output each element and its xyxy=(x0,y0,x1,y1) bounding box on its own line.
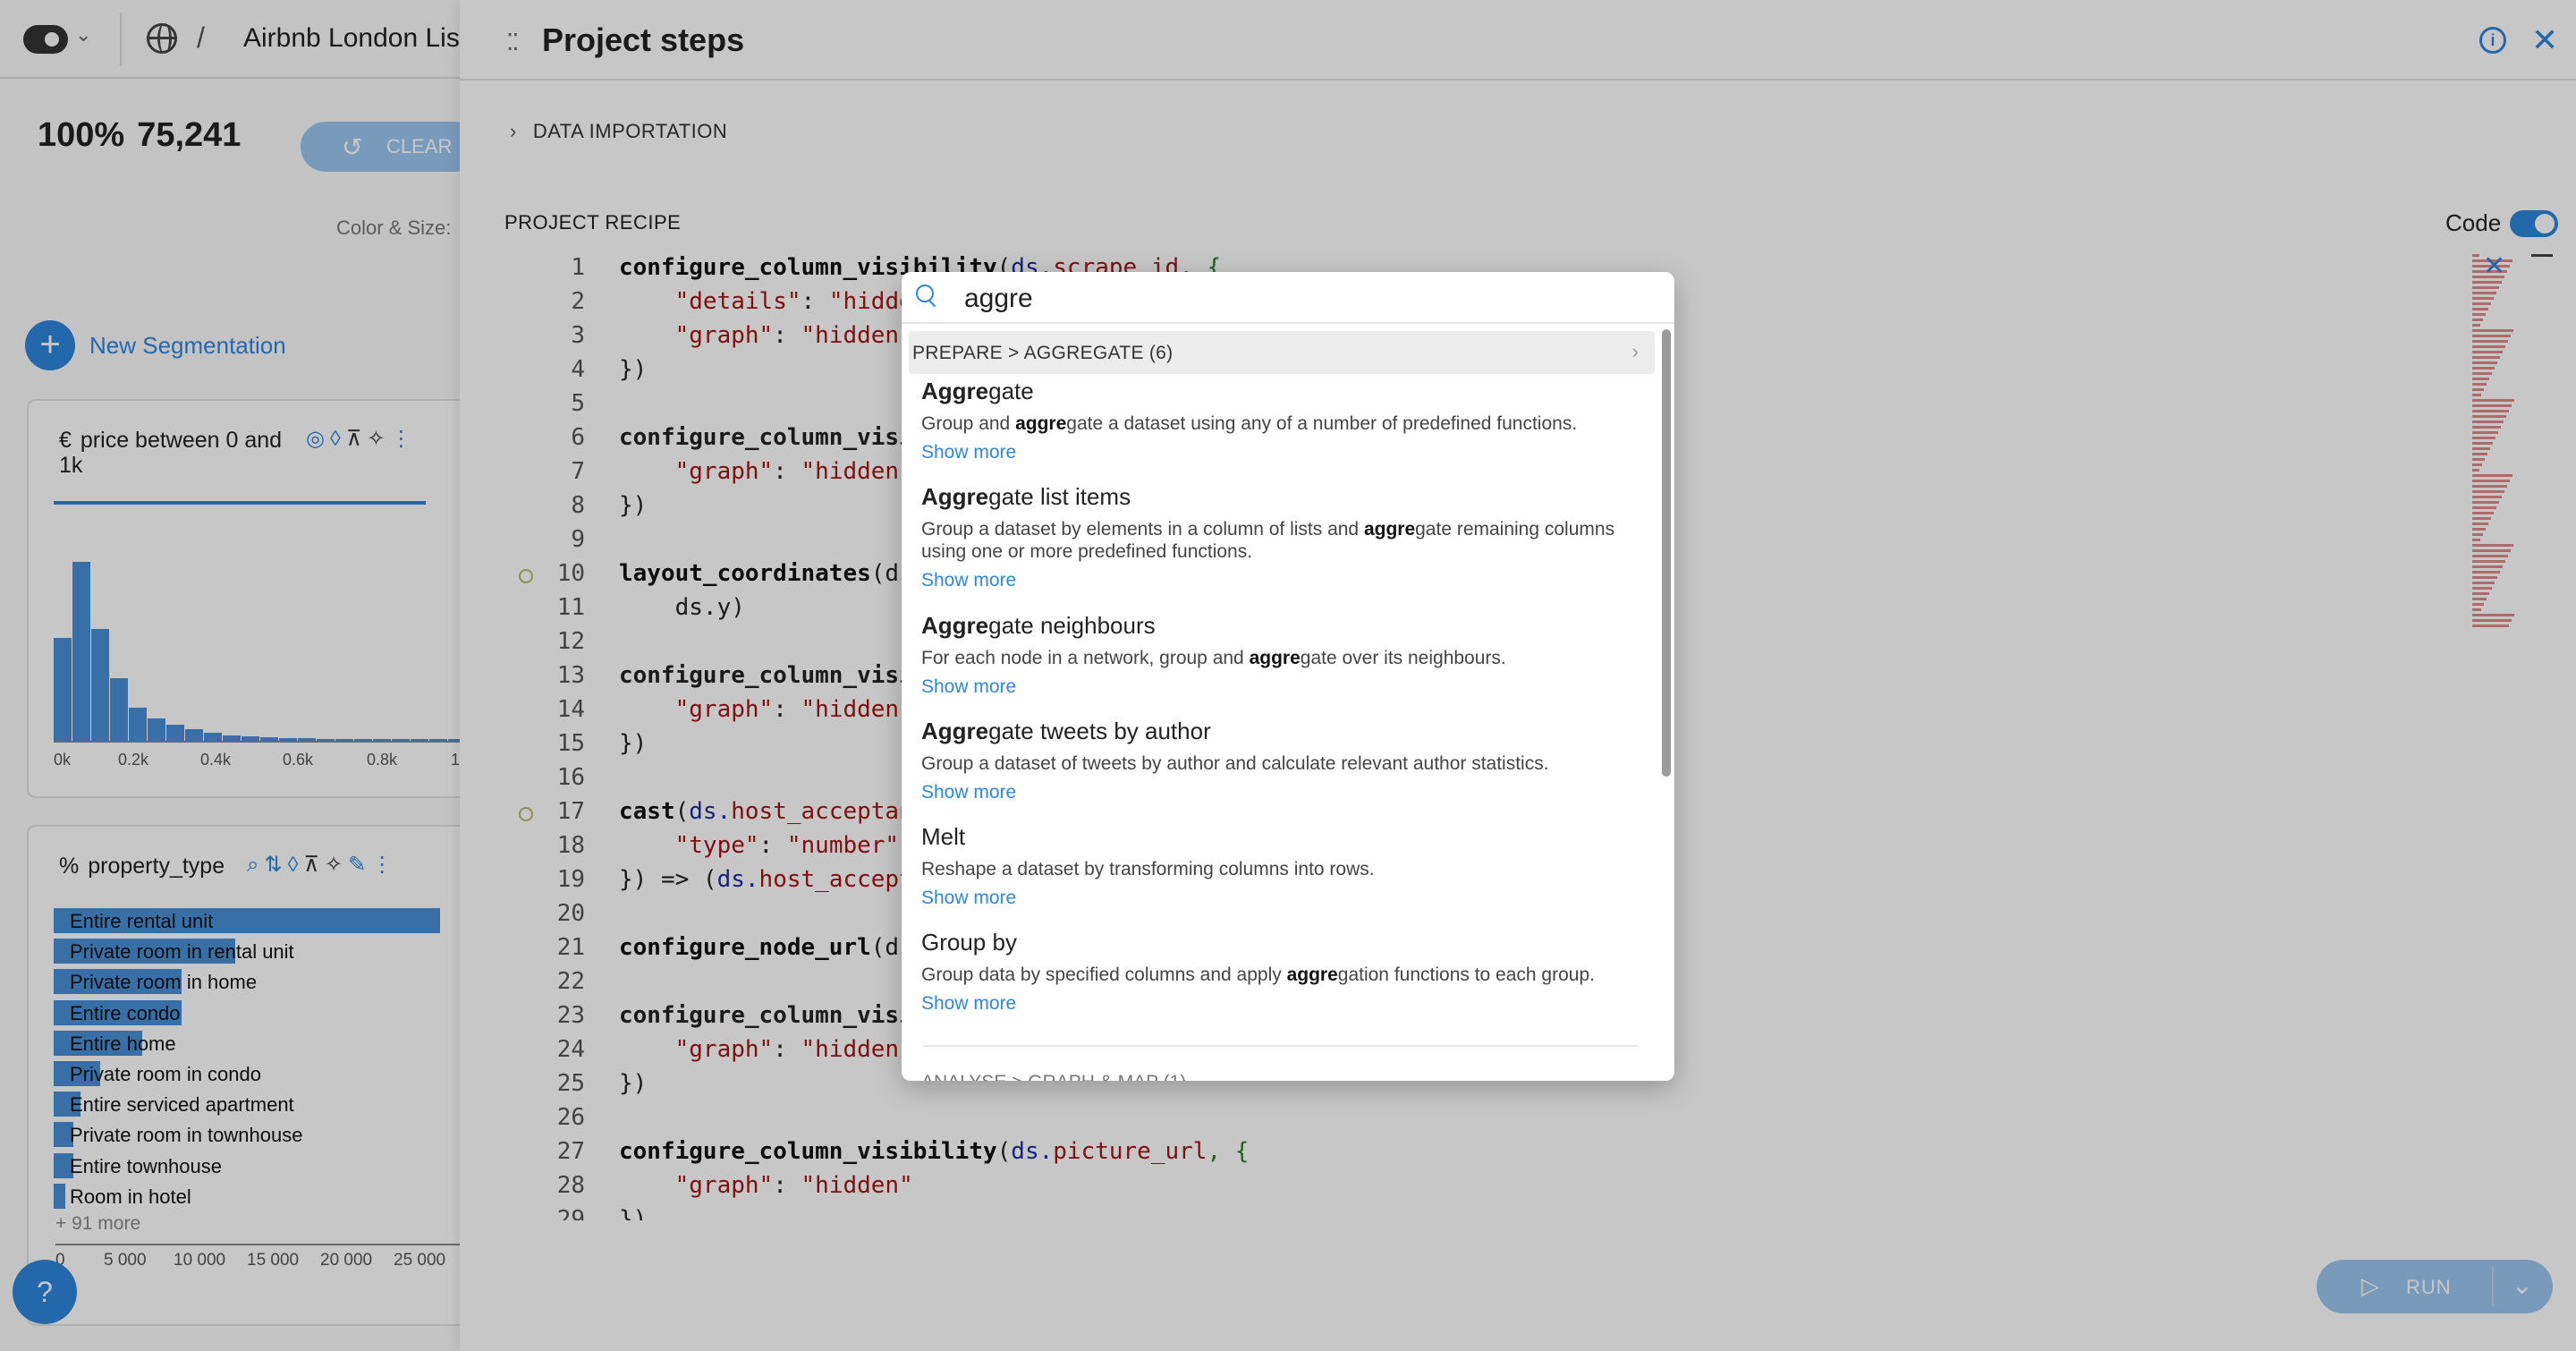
search-result[interactable]: Aggregate neighbours For each node in a n… xyxy=(921,612,1655,698)
show-more-link[interactable]: Show more xyxy=(921,888,1655,909)
popup-scrollbar[interactable] xyxy=(1662,329,1671,777)
result-name: Group by xyxy=(921,929,1017,956)
search-result[interactable]: Aggregate Group and aggregate a dataset u… xyxy=(921,378,1655,463)
result-description: For each node in a network, group and ag… xyxy=(921,648,1506,668)
result-description: Group data by specified columns and appl… xyxy=(921,964,1595,985)
search-result[interactable]: Melt Reshape a dataset by transforming co… xyxy=(921,823,1655,909)
result-description: Group and aggregate a dataset using any … xyxy=(921,413,1578,434)
group-header-label: PREPARE > AGGREGATE (6) xyxy=(912,343,1174,363)
result-name: Melt xyxy=(921,823,966,850)
show-more-link[interactable]: Show more xyxy=(921,993,1655,1015)
result-description: Group a dataset by elements in a column … xyxy=(921,519,1615,562)
result-name: Aggregate tweets by author xyxy=(921,718,1211,744)
show-more-link[interactable]: Show more xyxy=(921,782,1655,803)
search-icon xyxy=(916,285,937,306)
result-name: Aggregate neighbours xyxy=(921,612,1156,639)
show-more-link[interactable]: Show more xyxy=(921,676,1655,698)
search-bar xyxy=(902,272,1674,324)
search-result[interactable]: Aggregate tweets by author Group a datase… xyxy=(921,718,1655,803)
result-description: Reshape a dataset by transforming column… xyxy=(921,859,1375,879)
search-input[interactable] xyxy=(964,279,1644,319)
search-result[interactable]: Group by Group data by specified columns … xyxy=(921,929,1655,1015)
result-name: Aggregate xyxy=(921,378,1034,404)
chevron-right-icon: › xyxy=(1631,340,1639,362)
result-name: Aggregate list items xyxy=(921,483,1131,510)
result-group-header[interactable]: ANALYSE > GRAPH & MAP (1) xyxy=(921,1072,1186,1081)
result-group-header[interactable]: PREPARE > AGGREGATE (6) › xyxy=(909,331,1655,374)
show-more-link[interactable]: Show more xyxy=(921,570,1655,591)
search-result[interactable]: Aggregate list items Group a dataset by e… xyxy=(921,483,1655,591)
step-search-popup: PREPARE > AGGREGATE (6) › Aggregate Group… xyxy=(902,272,1674,1081)
divider xyxy=(923,1045,1639,1047)
result-description: Group a dataset of tweets by author and … xyxy=(921,753,1549,774)
show-more-link[interactable]: Show more xyxy=(921,442,1655,463)
